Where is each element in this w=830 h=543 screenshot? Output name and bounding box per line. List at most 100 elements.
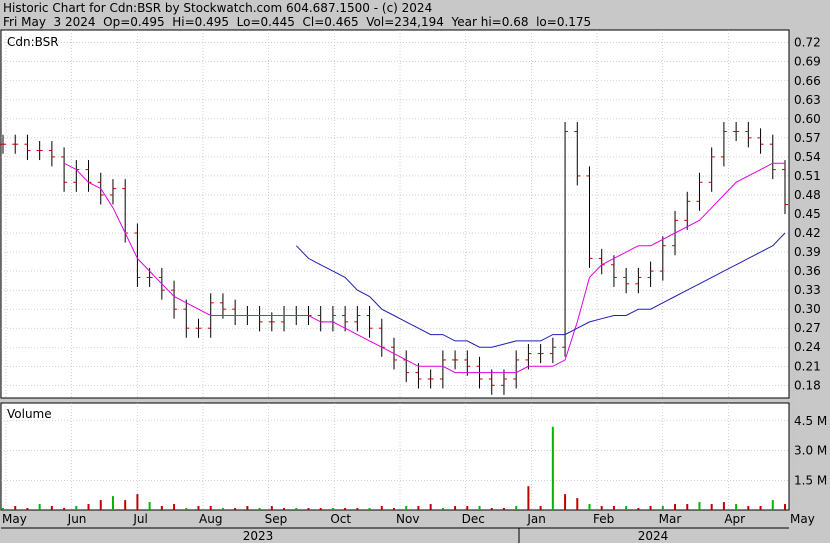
month-label: Dec <box>462 512 485 526</box>
volume-bar <box>14 506 17 510</box>
price-axis-tick: 0.27 <box>794 321 821 335</box>
price-axis-tick: 0.72 <box>794 36 821 50</box>
price-axis-tick: 0.54 <box>794 150 821 164</box>
volume-bar <box>649 506 652 510</box>
volume-bar <box>393 508 395 510</box>
year-label-2023: 2023 <box>243 529 274 543</box>
month-label: Jan <box>526 512 546 526</box>
volume-bar <box>674 504 677 510</box>
volume-bar <box>625 506 628 510</box>
volume-bar <box>698 502 701 510</box>
volume-panel <box>0 402 790 511</box>
volume-bar <box>380 506 383 510</box>
month-label: Oct <box>330 512 351 526</box>
volume-bar <box>784 504 786 510</box>
price-axis-tick: 0.18 <box>794 378 821 392</box>
volume-bar <box>197 506 200 510</box>
volume-bar <box>405 506 408 510</box>
volume-bar <box>539 506 542 510</box>
volume-bar <box>160 506 163 510</box>
price-axis-tick: 0.63 <box>794 93 821 107</box>
month-label: Apr <box>724 512 745 526</box>
price-axis-tick: 0.48 <box>794 188 821 202</box>
volume-bar <box>111 496 114 510</box>
volume-bar <box>771 500 774 510</box>
volume-bar <box>502 508 505 510</box>
volume-bar <box>50 506 53 510</box>
price-axis-tick: 0.60 <box>794 112 821 126</box>
price-axis-tick: 0.45 <box>794 207 821 221</box>
volume-bar <box>368 508 371 510</box>
volume-bar <box>221 508 224 510</box>
volume-bar <box>246 506 249 510</box>
price-axis-tick: 0.69 <box>794 55 821 69</box>
volume-bar <box>429 504 432 510</box>
volume-bar <box>209 506 212 510</box>
volume-panel-label: Volume <box>7 407 52 421</box>
volume-bar <box>283 508 286 510</box>
price-axis-tick: 0.66 <box>794 74 821 88</box>
volume-bar <box>295 508 298 510</box>
volume-bar <box>747 506 750 510</box>
month-label: May <box>790 512 815 526</box>
volume-bar <box>478 506 481 510</box>
volume-bar <box>75 506 78 510</box>
volume-bar <box>588 504 591 510</box>
month-label: May <box>2 512 27 526</box>
volume-bar <box>490 508 493 510</box>
volume-bar <box>466 506 469 510</box>
month-label: Sep <box>265 512 288 526</box>
stock-chart: 0.72 0.69 0.66 0.63 0.60 0.57 0.54 0.51 0.48 0.45… <box>0 29 827 543</box>
volume-bar <box>417 506 420 510</box>
volume-bar <box>600 506 603 510</box>
volume-bar <box>612 506 615 510</box>
volume-bar <box>26 508 29 510</box>
volume-bar <box>441 508 444 510</box>
month-label: Nov <box>396 512 419 526</box>
volume-bar <box>173 504 176 510</box>
volume-bar <box>124 500 127 510</box>
volume-bar <box>344 508 347 510</box>
volume-bar <box>185 508 188 510</box>
volume-bar <box>99 500 102 510</box>
volume-bar <box>759 506 762 510</box>
volume-bar <box>564 494 567 510</box>
price-axis-tick: 0.36 <box>794 264 821 278</box>
volume-bar <box>735 504 738 510</box>
volume-bar <box>87 504 90 510</box>
price-axis-tick: 0.42 <box>794 226 821 240</box>
volume-bar <box>710 504 713 510</box>
volume-bar <box>38 504 41 510</box>
volume-bar <box>686 504 689 510</box>
price-panel-label: Cdn:BSR <box>7 35 59 49</box>
volume-axis-tick: 1.5 M <box>794 473 827 487</box>
price-axis-tick: 0.39 <box>794 245 821 259</box>
volume-axis-tick: 4.5 M <box>794 414 827 428</box>
volume-bar <box>270 506 273 510</box>
month-label: Mar <box>659 512 682 526</box>
price-axis-tick: 0.24 <box>794 340 821 354</box>
month-label: Aug <box>199 512 222 526</box>
volume-axis-tick: 3.0 M <box>794 444 827 458</box>
volume-bar <box>454 506 457 510</box>
volume-bar <box>551 426 554 510</box>
month-label: Feb <box>593 512 614 526</box>
year-label-2024: 2024 <box>638 529 669 543</box>
volume-bar <box>148 502 151 510</box>
price-axis-tick: 0.51 <box>794 169 821 183</box>
volume-bar <box>722 502 725 510</box>
price-axis-tick: 0.57 <box>794 131 821 145</box>
volume-bar <box>637 508 640 510</box>
price-axis-tick: 0.33 <box>794 283 821 297</box>
price-axis-tick: 0.30 <box>794 302 821 316</box>
volume-bar <box>307 508 310 510</box>
month-label: Jul <box>132 512 147 526</box>
volume-bar <box>258 508 261 510</box>
volume-bar <box>234 508 237 510</box>
volume-bar <box>356 508 359 510</box>
volume-bar <box>136 494 139 510</box>
volume-bar <box>576 498 579 510</box>
month-label: Jun <box>67 512 87 526</box>
volume-bar <box>2 508 4 510</box>
volume-bar <box>661 506 664 510</box>
